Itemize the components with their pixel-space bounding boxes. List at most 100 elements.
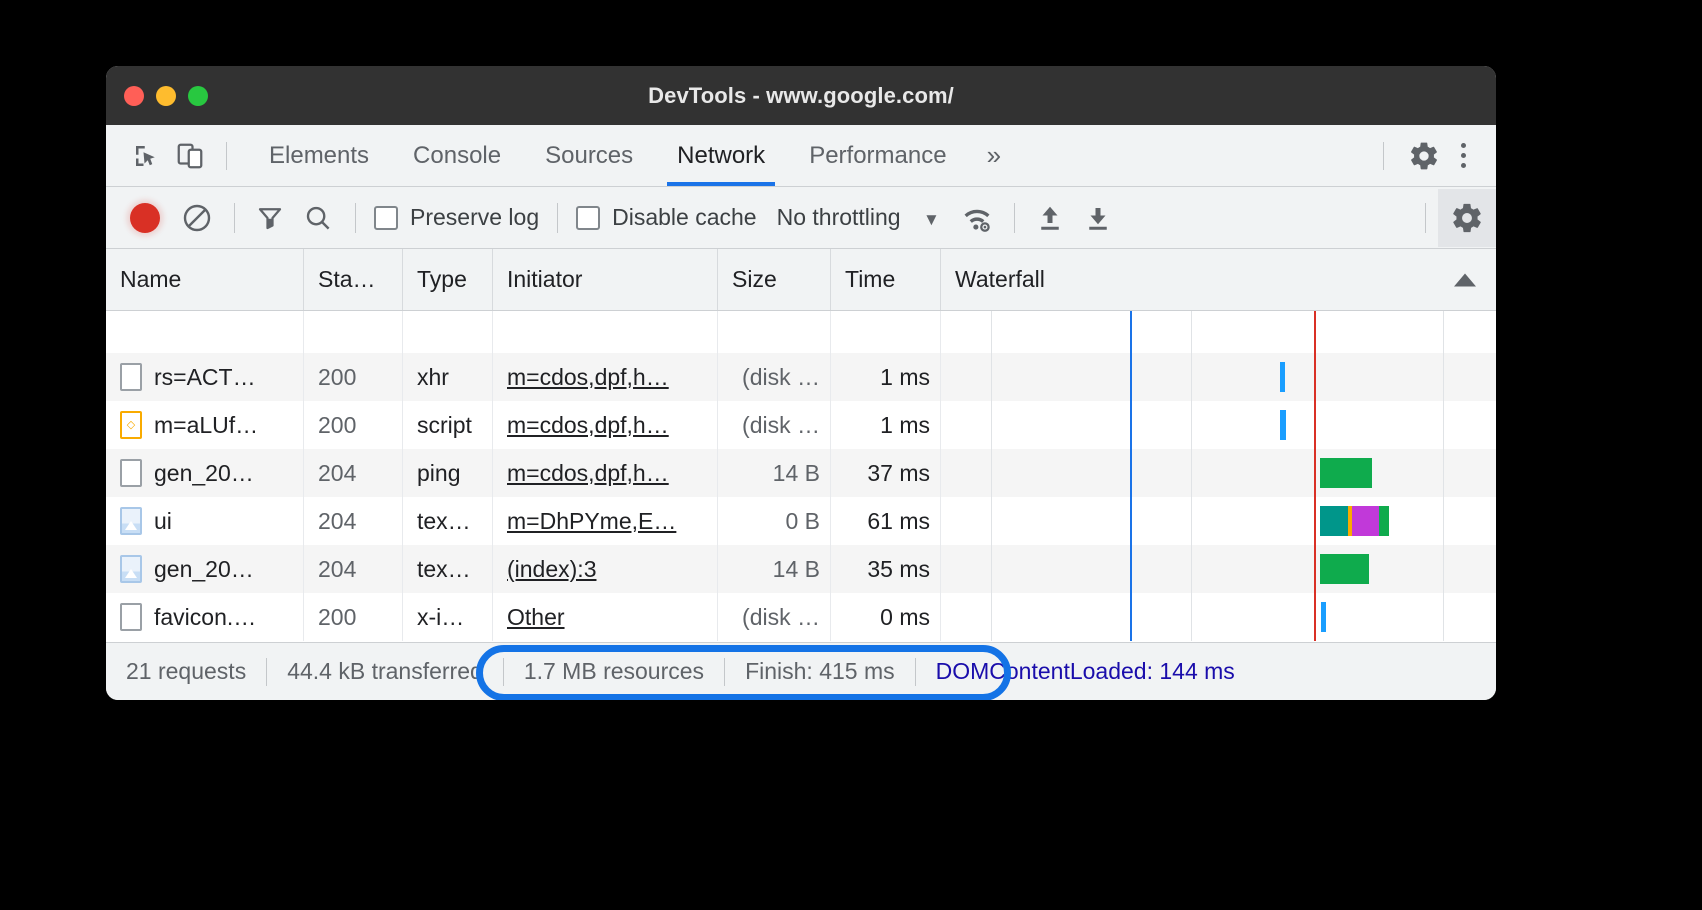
cell-time: 61 ms [831, 497, 941, 545]
waterfall-decorations [941, 449, 1496, 497]
preserve-log-checkbox[interactable]: Preserve log [368, 204, 545, 231]
cell-waterfall[interactable] [941, 593, 1496, 641]
cell-name[interactable]: ui [106, 497, 304, 545]
tab-performance[interactable]: Performance [787, 125, 968, 186]
status-divider-4 [914, 657, 916, 686]
waterfall-bar[interactable] [1279, 410, 1286, 440]
cell-initiator[interactable]: m=DhPYme,E… [493, 497, 718, 545]
search-icon[interactable] [295, 195, 341, 241]
spacer-cell [831, 311, 941, 353]
device-toolbar-icon[interactable] [168, 134, 212, 178]
status-code: 204 [318, 507, 357, 534]
toolbar-divider-1 [234, 202, 235, 233]
column-header-name-label: Name [120, 266, 182, 292]
throttling-dropdown[interactable]: No throttling ▼ [777, 204, 940, 231]
cell-waterfall[interactable] [941, 545, 1496, 593]
disable-cache-checkbox-box[interactable] [576, 205, 601, 230]
minimize-window-button[interactable] [156, 86, 176, 106]
cell-initiator[interactable]: m=cdos,dpf,h… [493, 401, 718, 449]
cell-type: tex… [403, 545, 493, 593]
filter-icon[interactable] [247, 195, 293, 241]
initiator-link[interactable]: Other [507, 604, 565, 631]
cell-time: 0 ms [831, 593, 941, 641]
close-window-button[interactable] [124, 86, 144, 106]
tab-sources[interactable]: Sources [523, 125, 655, 186]
cell-name[interactable]: favicon.… [106, 593, 304, 641]
initiator-link[interactable]: m=cdos,dpf,h… [507, 364, 669, 391]
column-header-waterfall[interactable]: Waterfall [941, 249, 1496, 310]
cell-name[interactable]: m=aLUf… [106, 401, 304, 449]
settings-gear-icon[interactable] [1402, 134, 1446, 178]
column-header-initiator[interactable]: Initiator [493, 249, 718, 310]
devtools-tabbar: Elements Console Sources Network Perform… [106, 125, 1496, 187]
cell-waterfall[interactable] [941, 401, 1496, 449]
toolbar-divider-4 [1013, 202, 1015, 233]
export-har-download-icon[interactable] [1075, 195, 1121, 241]
waterfall-gridline [1190, 545, 1192, 593]
sort-ascending-icon[interactable] [1454, 273, 1476, 286]
more-tabs-chevron-icon[interactable]: » [969, 125, 1019, 186]
column-header-type[interactable]: Type [403, 249, 493, 310]
column-header-size[interactable]: Size [718, 249, 831, 310]
tab-elements[interactable]: Elements [247, 125, 391, 186]
cell-initiator[interactable]: (index):3 [493, 545, 718, 593]
waterfall-bar[interactable] [1319, 554, 1370, 584]
resources-size: 1.7 MB resources [523, 658, 705, 684]
tabbar-right-controls [1377, 134, 1496, 178]
disable-cache-checkbox[interactable]: Disable cache [570, 204, 762, 231]
cell-status: 200 [304, 593, 403, 641]
domcontentloaded-marker [1129, 449, 1132, 497]
cell-size: (disk … [718, 401, 831, 449]
cell-time: 1 ms [831, 353, 941, 401]
column-header-status[interactable]: Sta… [304, 249, 403, 310]
cell-name[interactable]: gen_20… [106, 449, 304, 497]
table-row[interactable]: favicon.… 200 x-i… Other (disk … 0 ms [106, 593, 1496, 641]
spacer-cell [403, 311, 493, 353]
column-header-name[interactable]: Name [106, 249, 304, 310]
cell-name[interactable]: rs=ACT… [106, 353, 304, 401]
waterfall-gridline [1443, 449, 1445, 497]
column-header-status-label: Sta… [318, 266, 376, 292]
waterfall-gridline [1443, 545, 1445, 593]
traffic-light-buttons[interactable] [124, 86, 208, 106]
cell-size: (disk … [718, 353, 831, 401]
more-options-kebab-icon[interactable] [1446, 134, 1480, 178]
initiator-link[interactable]: m=cdos,dpf,h… [507, 460, 669, 487]
load-event-marker [1313, 497, 1316, 545]
cell-initiator[interactable]: Other [493, 593, 718, 641]
record-network-log-button[interactable] [122, 195, 168, 241]
waterfall-bar[interactable] [1321, 602, 1326, 632]
cell-initiator[interactable]: m=cdos,dpf,h… [493, 449, 718, 497]
waterfall-bar[interactable] [1279, 362, 1286, 392]
column-header-time[interactable]: Time [831, 249, 941, 310]
waterfall-bar[interactable] [1319, 506, 1390, 536]
table-row[interactable]: gen_20… 204 ping m=cdos,dpf,h… 14 B 37 ms [106, 449, 1496, 497]
waterfall-gridline [1443, 401, 1445, 449]
maximize-window-button[interactable] [188, 86, 208, 106]
waterfall-gridline [990, 545, 992, 593]
tab-console[interactable]: Console [391, 125, 523, 186]
clear-network-log-icon[interactable] [174, 195, 220, 241]
waterfall-gridline [1190, 593, 1192, 641]
cell-name[interactable]: gen_20… [106, 545, 304, 593]
request-name: favicon.… [154, 603, 257, 630]
table-row[interactable]: ui 204 tex… m=DhPYme,E… 0 B 61 ms [106, 497, 1496, 545]
inspect-element-icon[interactable] [124, 134, 168, 178]
initiator-link[interactable]: m=cdos,dpf,h… [507, 412, 669, 439]
initiator-link[interactable]: m=DhPYme,E… [507, 508, 676, 535]
waterfall-bar[interactable] [1319, 458, 1373, 488]
tab-network[interactable]: Network [655, 125, 787, 186]
network-conditions-wifi-icon[interactable] [954, 195, 1000, 241]
network-settings-gear-icon[interactable] [1438, 188, 1496, 247]
preserve-log-checkbox-box[interactable] [374, 205, 398, 230]
cell-waterfall[interactable] [941, 449, 1496, 497]
initiator-link[interactable]: (index):3 [507, 556, 596, 583]
cell-waterfall[interactable] [941, 497, 1496, 545]
cell-initiator[interactable]: m=cdos,dpf,h… [493, 353, 718, 401]
table-row[interactable]: gen_20… 204 tex… (index):3 14 B 35 ms [106, 545, 1496, 593]
table-row[interactable]: rs=ACT… 200 xhr m=cdos,dpf,h… (disk … 1 ms [106, 353, 1496, 401]
cell-waterfall[interactable] [941, 353, 1496, 401]
import-har-upload-icon[interactable] [1027, 195, 1073, 241]
table-row[interactable]: m=aLUf… 200 script m=cdos,dpf,h… (disk … 1 ms [106, 401, 1496, 449]
throttling-value: No throttling [776, 204, 901, 230]
